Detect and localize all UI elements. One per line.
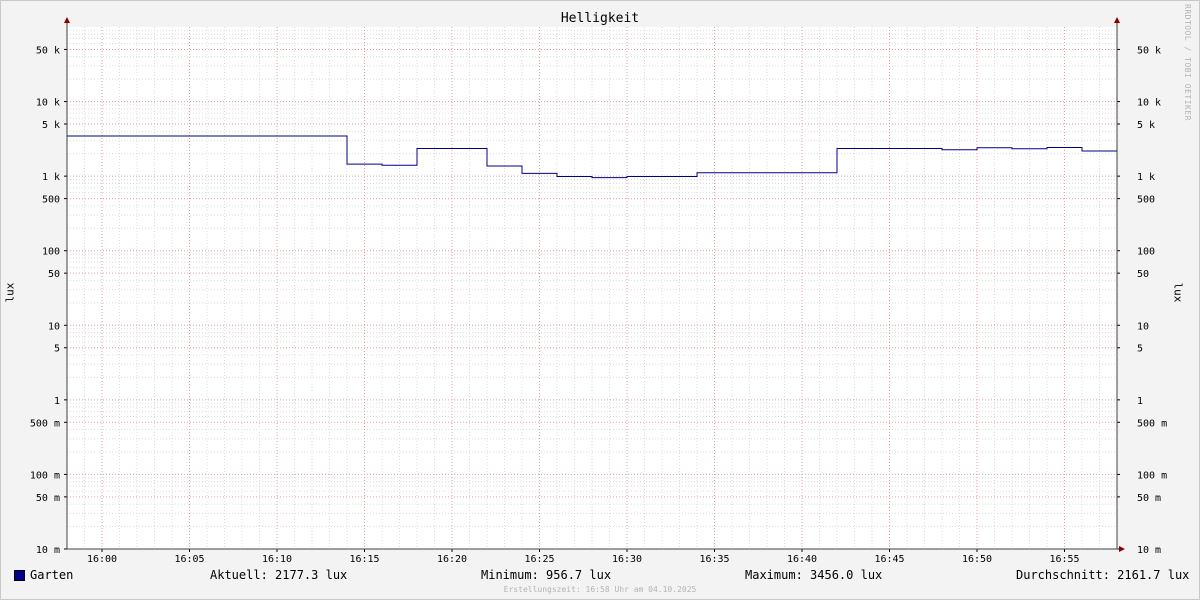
x-tick-label: 16:15 xyxy=(349,554,379,565)
y-tick-label-right: 500 xyxy=(1137,195,1155,206)
creation-timestamp: Erstellungszeit: 16:58 Uhr am 04.10.2025 xyxy=(503,585,697,594)
y-tick-label-left: 10 k xyxy=(36,98,60,109)
x-tick-label: 16:55 xyxy=(1049,554,1079,565)
y-tick-label-right: 100 m xyxy=(1137,470,1167,481)
legend-current-value: Aktuell: 2177.3 lux xyxy=(210,568,348,582)
y-tick-label-left: 1 k xyxy=(42,172,60,183)
y-axis-label-right: lux xyxy=(1171,282,1185,303)
y-tick-label-left: 10 xyxy=(48,321,60,332)
y-tick-label-right: 10 k xyxy=(1137,98,1161,109)
x-tick-label: 16:35 xyxy=(699,554,729,565)
x-tick-label: 16:25 xyxy=(524,554,554,565)
legend-maximum-value: Maximum: 3456.0 lux xyxy=(745,568,883,582)
legend-series-name: Garten xyxy=(30,568,74,582)
y-tick-label-left: 100 m xyxy=(30,470,60,481)
y-tick-label-left: 50 k xyxy=(36,45,60,56)
y-tick-label-right: 50 m xyxy=(1137,493,1161,504)
y-tick-label-right: 50 xyxy=(1137,269,1149,280)
x-tick-label: 16:45 xyxy=(874,554,904,565)
x-tick-label: 16:50 xyxy=(962,554,992,565)
rrdtool-watermark: RRDTOOL / TOBI OETIKER xyxy=(1183,4,1192,121)
x-tick-label: 16:20 xyxy=(437,554,467,565)
x-tick-label: 16:10 xyxy=(262,554,292,565)
y-tick-label-left: 500 xyxy=(42,195,60,206)
legend-minimum-value: Minimum: 956.7 lux xyxy=(481,568,612,582)
y-tick-label-left: 100 xyxy=(42,247,60,258)
legend-swatch-garten xyxy=(14,570,25,581)
y-tick-label-right: 500 m xyxy=(1137,418,1167,429)
chart-canvas: 50 k 50 k 10 k 10 k 5 k 5 k 1 k 1 k 500 500 100 100… xyxy=(30,17,1167,565)
x-tick-label: 16:30 xyxy=(612,554,642,565)
y-tick-label-right: 5 k xyxy=(1137,120,1155,131)
y-tick-label-right: 1 k xyxy=(1137,172,1155,183)
y-tick-label-left: 5 xyxy=(54,344,60,355)
y-tick-label-left: 500 m xyxy=(30,418,60,429)
chart-title: Helligkeit xyxy=(560,11,640,26)
x-tick-label: 16:00 xyxy=(87,554,117,565)
y-axis-label-left: lux xyxy=(3,282,17,303)
y-tick-label-right: 50 k xyxy=(1137,45,1161,56)
y-tick-label-left: 1 xyxy=(54,396,60,407)
legend-average-value: Durchschnitt: 2161.7 lux xyxy=(1016,568,1190,582)
y-tick-label-left: 50 xyxy=(48,269,60,280)
x-axis-arrow xyxy=(1119,546,1125,552)
x-tick-label: 16:40 xyxy=(787,554,817,565)
y-tick-label-left: 50 m xyxy=(36,493,60,504)
y-tick-label-right: 5 xyxy=(1137,344,1143,355)
y-tick-label-right: 1 xyxy=(1137,396,1143,407)
x-tick-label: 16:05 xyxy=(174,554,204,565)
y-tick-label-right: 10 xyxy=(1137,321,1149,332)
y-tick-label-right: 100 xyxy=(1137,247,1155,258)
y-tick-label-left: 5 k xyxy=(42,120,60,131)
y-tick-label-left: 10 m xyxy=(36,545,60,556)
y-tick-label-right: 10 m xyxy=(1137,545,1161,556)
